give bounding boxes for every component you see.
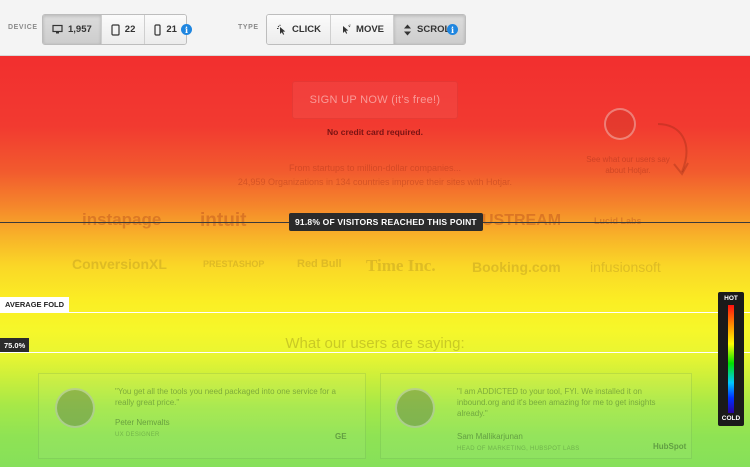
testimonial-avatar <box>395 388 435 428</box>
move-icon <box>343 24 351 34</box>
device-filter: 1,957 22 21 <box>42 14 187 45</box>
curved-arrow-icon <box>657 123 689 176</box>
desktop-icon <box>52 24 63 34</box>
testimonial-card: "You get all the tools you need packaged… <box>38 373 366 459</box>
average-fold-badge: AVERAGE FOLD <box>0 297 70 312</box>
logo-ustream: USTREAM <box>482 212 562 229</box>
testimonial-quote: "You get all the tools you need packaged… <box>115 387 336 407</box>
testimonial-avatar <box>55 388 95 428</box>
device-desktop-button[interactable]: 1,957 <box>43 15 101 44</box>
testimonial-name: Sam Mallikarjunan <box>457 432 523 441</box>
device-phone-button[interactable]: 21 <box>144 15 186 44</box>
tablet-count: 22 <box>124 24 136 35</box>
logo-booking: Booking.com <box>472 259 561 275</box>
company-logo-hubspot: HubSpot <box>653 442 687 451</box>
phone-count: 21 <box>166 24 177 35</box>
logo-prestashop: PRESTASHOP <box>203 259 265 269</box>
logo-conversionxl: ConversionXL <box>72 256 167 272</box>
testimonial-role: HEAD OF MARKETING, HUBSPOT LABS <box>457 446 580 452</box>
logo-redbull: Red Bull <box>297 258 342 270</box>
testimonial-card: "I am ADDICTED to your tool, FYI. We ins… <box>380 373 692 459</box>
logo-timeinc: Time Inc. <box>366 256 436 275</box>
company-logo-ge: GE <box>335 432 347 441</box>
type-click-button[interactable]: CLICK <box>267 15 331 44</box>
logo-instapage: instapage <box>82 210 162 229</box>
type-filter: CLICK MOVE SCROLL <box>266 14 467 45</box>
heat-legend: HOT COLD <box>718 292 744 426</box>
type-label: TYPE <box>238 24 259 31</box>
signup-button[interactable]: SIGN UP NOW (it's free!) <box>292 81 458 119</box>
user-avatar <box>604 108 636 140</box>
device-info-icon[interactable]: i <box>181 24 192 35</box>
desktop-count: 1,957 <box>68 24 92 35</box>
no-credit-card-text: No credit card required. <box>327 127 423 137</box>
scroll-heatmap: SIGN UP NOW (it's free!) No credit card … <box>0 56 750 467</box>
phone-icon <box>154 23 161 36</box>
click-icon <box>277 24 286 35</box>
type-info-icon[interactable]: i <box>447 24 458 35</box>
testimonial-name: Peter Nemvalts <box>115 418 170 427</box>
heatmap-toolbar: DEVICE 1,957 22 21 i TYPE CLICK MOVE SCR… <box>0 0 750 56</box>
average-fold-line <box>0 312 750 313</box>
tagline-line-2: 24,959 Organizations in 134 countries im… <box>237 177 513 187</box>
legend-hot-label: HOT <box>724 295 738 302</box>
section-title: What our users are saying: <box>285 335 465 352</box>
legend-cold-label: COLD <box>721 415 741 422</box>
move-label: MOVE <box>356 24 385 35</box>
testimonial-role: UX DESIGNER <box>115 432 160 438</box>
click-label: CLICK <box>292 24 322 35</box>
percent-line <box>0 352 750 353</box>
device-tablet-button[interactable]: 22 <box>100 15 145 44</box>
reach-badge: 91.8% OF VISITORS REACHED THIS POINT <box>289 213 483 231</box>
logo-lucid: Lucid Labs <box>594 216 642 226</box>
device-label: DEVICE <box>8 24 38 31</box>
scroll-icon <box>404 24 412 35</box>
testimonial-quote: "I am ADDICTED to your tool, FYI. We ins… <box>457 387 656 418</box>
logo-infusionsoft: infusionsoft <box>590 259 661 275</box>
legend-gradient <box>728 305 734 413</box>
tablet-icon <box>111 23 120 36</box>
logo-intuit: intuit <box>200 210 247 231</box>
type-move-button[interactable]: MOVE <box>330 15 394 44</box>
